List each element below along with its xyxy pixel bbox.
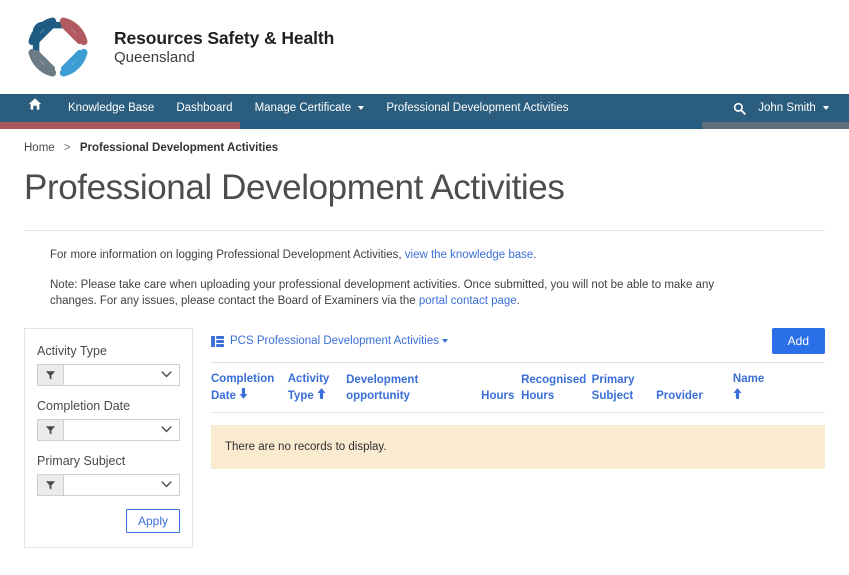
info-panel: For more information on logging Professi… [24, 230, 825, 310]
breadcrumb-home[interactable]: Home [24, 142, 55, 154]
info-text: Note: Please take care when uploading yo… [50, 278, 715, 308]
chevron-down-icon [161, 426, 172, 433]
filter-select-primary-subject[interactable] [64, 475, 179, 496]
stripe-segment-blue [240, 122, 702, 129]
add-button[interactable]: Add [771, 328, 825, 355]
knowledge-base-link[interactable]: view the knowledge base [405, 249, 534, 261]
home-icon [28, 98, 42, 110]
nav-item-dashboard[interactable]: Dashboard [165, 94, 243, 122]
column-header-primary-subject[interactable]: Primary Subject [591, 362, 657, 414]
column-header-provider[interactable]: Provider [656, 362, 733, 414]
grid-view-selector[interactable]: PCS Professional Development Activities [230, 335, 449, 348]
nav-item-knowledge-base[interactable]: Knowledge Base [57, 94, 165, 122]
nav-label: Manage Certificate [254, 102, 352, 114]
filter-label-activity-type: Activity Type [37, 344, 107, 359]
funnel-icon [45, 480, 56, 490]
filter-button-activity-type[interactable] [38, 365, 64, 386]
filter-label-completion-date: Completion Date [37, 399, 131, 414]
filter-button-primary-subject[interactable] [38, 475, 64, 496]
info-text: For more information on logging Professi… [50, 249, 405, 261]
column-label: Hours [481, 389, 515, 402]
nav-label: Knowledge Base [68, 102, 155, 114]
filter-select-completion-date[interactable] [64, 420, 179, 441]
column-header-name[interactable]: Name [732, 362, 825, 414]
grid-panel: PCS Professional Development Activities … [211, 328, 825, 470]
chevron-down-icon [161, 371, 172, 378]
user-name-label: John Smith [758, 102, 816, 114]
filter-row-activity-type [37, 364, 180, 387]
grid-view-label: PCS Professional Development Activities [230, 335, 440, 348]
filter-label-primary-subject: Primary Subject [37, 454, 126, 469]
column-label: Primary Subject [591, 374, 635, 402]
sort-asc-icon [317, 387, 326, 399]
nav-label: Professional Development Activities [386, 102, 569, 114]
rshq-diamond-logo [28, 17, 88, 77]
empty-state-message: There are no records to display. [211, 425, 825, 470]
info-text: . [516, 295, 520, 308]
portal-contact-link[interactable]: portal contact page [419, 295, 517, 307]
brand-title: Resources Safety & Health [114, 27, 335, 48]
chevron-down-icon [823, 105, 829, 110]
table-header-row: Completion Date Activity Type Developmen… [211, 362, 825, 414]
filter-select-activity-type[interactable] [64, 365, 179, 386]
filter-row-completion-date [37, 419, 180, 442]
activities-table: Completion Date Activity Type Developmen… [211, 362, 825, 414]
column-label: Development opportunity [346, 374, 419, 402]
column-header-completion-date[interactable]: Completion Date [211, 362, 288, 414]
nav-item-manage-certificate[interactable]: Manage Certificate [244, 94, 376, 122]
search-icon[interactable] [733, 102, 747, 115]
accent-stripe [0, 122, 849, 129]
column-label: Recognised Hours [521, 374, 587, 402]
column-label: Name [732, 373, 765, 386]
column-header-activity-type[interactable]: Activity Type [287, 362, 347, 414]
chevron-down-icon [442, 338, 449, 343]
filter-button-completion-date[interactable] [38, 420, 64, 441]
brand-header: Resources Safety & Health Queensland [0, 0, 849, 94]
chevron-down-icon [358, 105, 365, 110]
main-navigation: Knowledge Base Dashboard Manage Certific… [0, 94, 849, 122]
brand-subtitle: Queensland [114, 48, 195, 66]
content-area: Activity Type Completion Date Primary Su… [24, 328, 825, 549]
column-header-development-opportunity[interactable]: Development opportunity [346, 362, 482, 414]
nav-item-professional-development-activities[interactable]: Professional Development Activities [375, 94, 579, 122]
info-paragraph-2: Note: Please take care when uploading yo… [50, 277, 760, 310]
column-header-hours[interactable]: Hours [481, 362, 522, 414]
stripe-segment-grey [702, 122, 849, 129]
funnel-icon [45, 425, 56, 435]
nav-items: Knowledge Base Dashboard Manage Certific… [28, 94, 579, 122]
brand-text: Resources Safety & Health Queensland [114, 28, 334, 66]
breadcrumb-separator: > [63, 142, 71, 154]
chevron-down-icon [161, 481, 172, 488]
breadcrumb-current: Professional Development Activities [79, 142, 279, 154]
grid-toolbar: PCS Professional Development Activities … [211, 328, 825, 362]
apply-button-wrap: Apply [37, 509, 180, 534]
grid-view-icon [211, 335, 224, 347]
breadcrumb: Home > Professional Development Activiti… [0, 129, 849, 154]
sort-asc-icon [733, 387, 742, 399]
info-paragraph-1: For more information on logging Professi… [50, 247, 760, 264]
stripe-segment-red [0, 122, 240, 129]
sort-desc-icon [239, 387, 248, 399]
filter-panel: Activity Type Completion Date Primary Su… [24, 328, 193, 549]
nav-right-group: John Smith [733, 102, 835, 115]
funnel-icon [45, 370, 56, 380]
nav-home[interactable] [28, 94, 57, 122]
user-menu[interactable]: John Smith [758, 102, 835, 114]
column-label: Provider [656, 389, 703, 402]
filter-row-primary-subject [37, 474, 180, 497]
info-text: . [533, 249, 537, 261]
column-header-recognised-hours[interactable]: Recognised Hours [521, 362, 592, 414]
nav-label: Dashboard [176, 102, 233, 114]
page-title: Professional Development Activities [24, 168, 565, 207]
apply-filters-button[interactable]: Apply [125, 509, 180, 534]
